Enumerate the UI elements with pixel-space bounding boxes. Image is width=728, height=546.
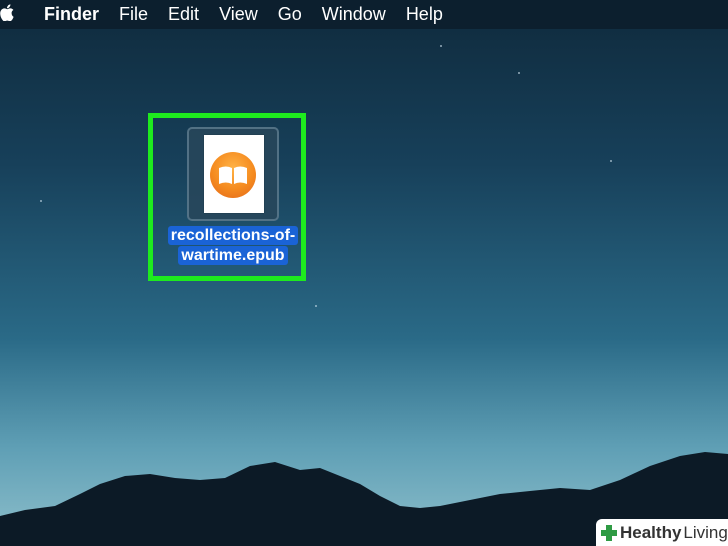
star bbox=[440, 45, 442, 47]
menu-bar: Finder File Edit View Go Window Help bbox=[0, 0, 728, 29]
menu-finder[interactable]: Finder bbox=[34, 0, 109, 29]
watermark-text-bold: Healthy bbox=[620, 522, 682, 542]
star bbox=[40, 200, 42, 202]
menu-window[interactable]: Window bbox=[312, 0, 396, 29]
apple-menu[interactable] bbox=[0, 0, 28, 29]
menu-go[interactable]: Go bbox=[268, 0, 312, 29]
menu-edit[interactable]: Edit bbox=[158, 0, 209, 29]
menu-help[interactable]: Help bbox=[396, 0, 453, 29]
green-cross-icon bbox=[600, 524, 618, 542]
menu-file[interactable]: File bbox=[109, 0, 158, 29]
watermark-text-regular: Living bbox=[683, 522, 728, 542]
star bbox=[610, 160, 612, 162]
apple-logo-icon bbox=[0, 3, 14, 26]
star bbox=[315, 305, 317, 307]
healthy-living-watermark: Healthy Living bbox=[596, 519, 728, 546]
star bbox=[518, 72, 520, 74]
menu-view[interactable]: View bbox=[209, 0, 268, 29]
highlight-box bbox=[148, 113, 306, 281]
